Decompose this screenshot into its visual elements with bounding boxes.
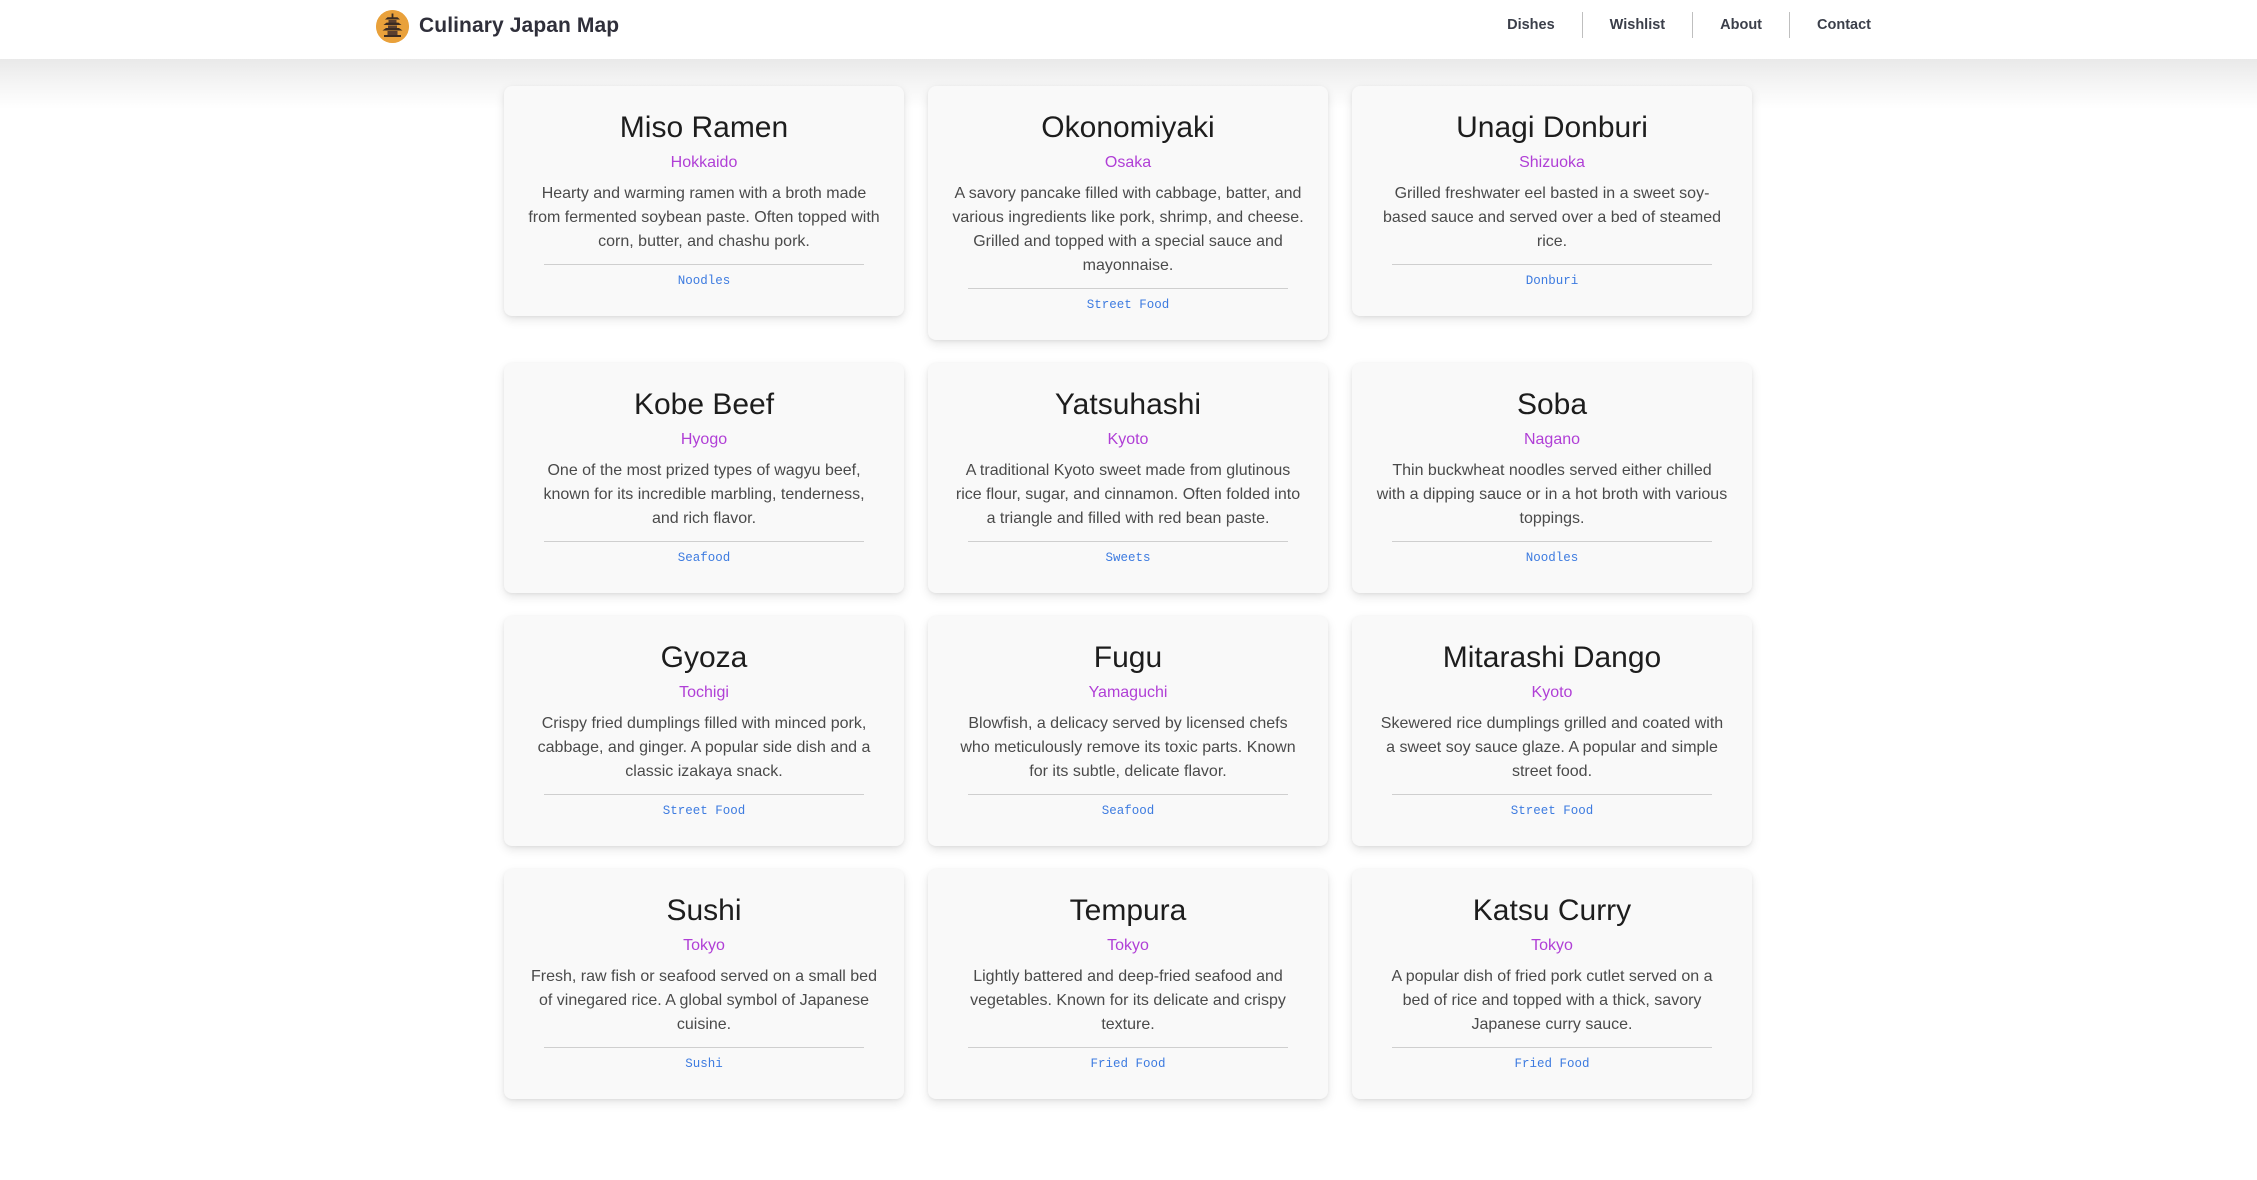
dish-description: A savory pancake filled with cabbage, ba…	[952, 185, 1304, 274]
dish-title: Fugu	[1093, 641, 1163, 674]
dish-region: Shizuoka	[1519, 154, 1585, 171]
dish-tag[interactable]: Noodles	[1526, 548, 1579, 568]
dish-title: Miso Ramen	[619, 111, 789, 144]
card-divider	[544, 541, 864, 542]
dish-tag[interactable]: Sweets	[1105, 548, 1150, 568]
dish-region: Hyogo	[680, 431, 728, 448]
card-divider	[968, 794, 1288, 795]
dish-title: Katsu Curry	[1472, 894, 1632, 927]
nav-contact[interactable]: Contact	[1790, 13, 1898, 37]
dish-tag[interactable]: Fried Food	[1514, 1054, 1589, 1074]
card-divider	[544, 794, 864, 795]
dish-title: Tempura	[1069, 894, 1187, 927]
dish-region: Kyoto	[1531, 684, 1573, 701]
dish-description: Lightly battered and deep-fried seafood …	[970, 968, 1286, 1033]
dish-tag[interactable]: Street Food	[1087, 295, 1170, 315]
dish-description: One of the most prized types of wagyu be…	[543, 462, 865, 527]
top-navigation-bar: Culinary Japan Map Dishes Wishlist About…	[0, 0, 2257, 59]
dish-title: Yatsuhashi	[1054, 388, 1202, 421]
dish-tag[interactable]: Street Food	[1511, 801, 1594, 821]
dish-card-soba[interactable]: Soba Nagano Thin buckwheat noodles serve…	[1352, 363, 1752, 593]
dish-description: A popular dish of fried pork cutlet serv…	[1391, 968, 1713, 1033]
dish-description: Thin buckwheat noodles served either chi…	[1376, 462, 1728, 527]
dish-region: Osaka	[1104, 154, 1152, 171]
dish-card-okonomiyaki[interactable]: Okonomiyaki Osaka A savory pancake fille…	[928, 86, 1328, 340]
pagoda-icon	[376, 9, 409, 43]
dish-region: Kyoto	[1107, 431, 1149, 448]
card-divider	[968, 1047, 1288, 1048]
dish-card-sushi[interactable]: Sushi Tokyo Fresh, raw fish or seafood s…	[504, 869, 904, 1099]
dish-title: Okonomiyaki	[1041, 111, 1215, 144]
dish-region: Tokyo	[1531, 937, 1573, 954]
card-divider	[1392, 541, 1712, 542]
dish-description: A traditional Kyoto sweet made from glut…	[955, 462, 1301, 527]
dish-card-mitarashi-dango[interactable]: Mitarashi Dango Kyoto Skewered rice dump…	[1352, 616, 1752, 846]
nav-dishes[interactable]: Dishes	[1480, 13, 1582, 37]
dish-title: Sushi	[666, 894, 742, 927]
dish-card-unagi-donburi[interactable]: Unagi Donburi Shizuoka Grilled freshwate…	[1352, 86, 1752, 316]
nav-wishlist[interactable]: Wishlist	[1583, 13, 1692, 37]
dish-title: Soba	[1516, 388, 1588, 421]
dish-card-fugu[interactable]: Fugu Yamaguchi Blowfish, a delicacy serv…	[928, 616, 1328, 846]
dish-tag[interactable]: Fried Food	[1090, 1054, 1165, 1074]
dish-region: Hokkaido	[670, 154, 738, 171]
card-divider	[1392, 264, 1712, 265]
dish-card-kobe-beef[interactable]: Kobe Beef Hyogo One of the most prized t…	[504, 363, 904, 593]
card-divider	[544, 264, 864, 265]
dish-card-gyoza[interactable]: Gyoza Tochigi Crispy fried dumplings fil…	[504, 616, 904, 846]
dish-card-tempura[interactable]: Tempura Tokyo Lightly battered and deep-…	[928, 869, 1328, 1099]
dish-title: Unagi Donburi	[1456, 111, 1648, 144]
dish-description: Blowfish, a delicacy served by licensed …	[960, 715, 1296, 780]
dish-description: Grilled freshwater eel basted in a sweet…	[1383, 185, 1721, 250]
dish-region: Tokyo	[1107, 937, 1149, 954]
dish-tag[interactable]: Street Food	[663, 801, 746, 821]
nav-about[interactable]: About	[1693, 13, 1789, 37]
dish-tag[interactable]: Noodles	[678, 271, 731, 291]
card-divider	[1392, 1047, 1712, 1048]
dish-card-yatsuhashi[interactable]: Yatsuhashi Kyoto A traditional Kyoto swe…	[928, 363, 1328, 593]
dish-card-katsu-curry[interactable]: Katsu Curry Tokyo A popular dish of frie…	[1352, 869, 1752, 1099]
dish-card-miso-ramen[interactable]: Miso Ramen Hokkaido Hearty and warming r…	[504, 86, 904, 316]
dish-region: Tokyo	[683, 937, 725, 954]
dish-tag[interactable]: Seafood	[1102, 801, 1155, 821]
dish-tag[interactable]: Sushi	[685, 1054, 723, 1074]
dish-region: Tochigi	[679, 684, 729, 701]
dish-region: Yamaguchi	[1088, 684, 1168, 701]
dish-region: Nagano	[1523, 431, 1581, 448]
dish-tag[interactable]: Seafood	[678, 548, 731, 568]
dish-tag[interactable]: Donburi	[1526, 271, 1579, 291]
dish-title: Kobe Beef	[633, 388, 775, 421]
card-divider	[968, 541, 1288, 542]
dish-description: Crispy fried dumplings filled with mince…	[537, 715, 871, 780]
dish-title: Gyoza	[660, 641, 748, 674]
brand[interactable]: Culinary Japan Map	[376, 9, 619, 43]
dish-description: Fresh, raw fish or seafood served on a s…	[531, 968, 877, 1033]
dish-title: Mitarashi Dango	[1442, 641, 1662, 674]
card-divider	[544, 1047, 864, 1048]
site-title: Culinary Japan Map	[419, 14, 620, 37]
card-divider	[968, 288, 1288, 289]
main-nav: Dishes Wishlist About Contact	[1480, 0, 1898, 50]
card-divider	[1392, 794, 1712, 795]
dish-description: Hearty and warming ramen with a broth ma…	[528, 185, 880, 250]
dish-description: Skewered rice dumplings grilled and coat…	[1380, 715, 1724, 780]
